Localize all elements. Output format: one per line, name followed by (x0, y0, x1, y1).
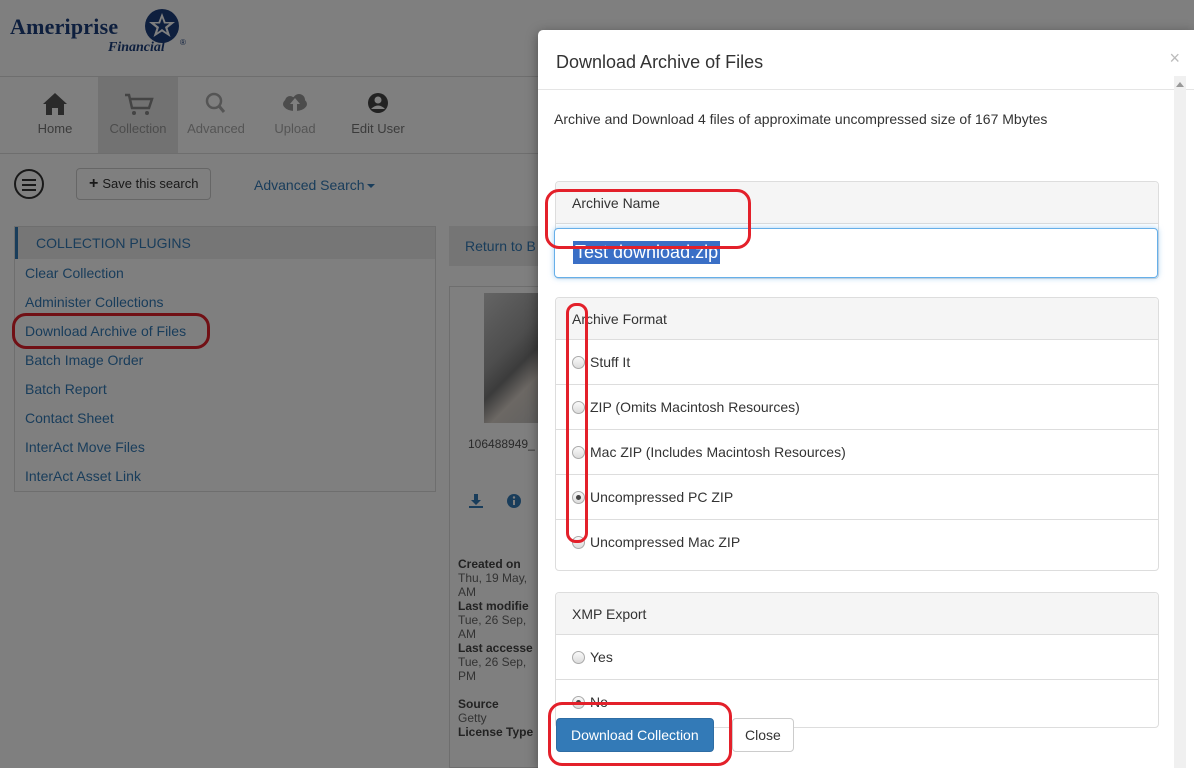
format-option-uncompressed-pc-zip[interactable]: Uncompressed PC ZIP (556, 475, 1158, 520)
archive-name-input[interactable]: Test download.zip (554, 228, 1158, 278)
download-archive-modal: Download Archive of Files × Archive and … (538, 30, 1194, 768)
format-option-stuff-it[interactable]: Stuff It (556, 340, 1158, 385)
archive-name-label: Archive Name (556, 182, 1158, 224)
modal-scrollbar[interactable] (1174, 76, 1186, 768)
radio-button[interactable] (572, 356, 585, 369)
format-option-label: Stuff It (590, 354, 631, 370)
format-option-mac-zip[interactable]: Mac ZIP (Includes Macintosh Resources) (556, 430, 1158, 475)
format-option-label: ZIP (Omits Macintosh Resources) (590, 399, 800, 415)
scroll-up-arrow-icon[interactable] (1176, 82, 1184, 87)
archive-format-label: Archive Format (556, 298, 1158, 340)
radio-button[interactable] (572, 446, 585, 459)
radio-button[interactable] (572, 401, 585, 414)
xmp-export-panel: XMP Export Yes No (555, 592, 1159, 728)
modal-title: Download Archive of Files (556, 52, 764, 72)
radio-button[interactable] (572, 651, 585, 664)
xmp-export-options: Yes No (556, 635, 1158, 725)
archive-name-value: Test download.zip (573, 241, 721, 264)
close-icon[interactable]: × (1169, 48, 1180, 69)
radio-button-selected[interactable] (572, 696, 585, 709)
archive-format-panel: Archive Format Stuff It ZIP (Omits Macin… (555, 297, 1159, 571)
archive-intro-text: Archive and Download 4 files of approxim… (554, 111, 1048, 127)
format-option-label: Uncompressed PC ZIP (590, 489, 734, 505)
xmp-option-yes[interactable]: Yes (556, 635, 1158, 680)
format-option-label: Mac ZIP (Includes Macintosh Resources) (590, 444, 846, 460)
xmp-export-label: XMP Export (556, 593, 1158, 635)
archive-format-options: Stuff It ZIP (Omits Macintosh Resources)… (556, 340, 1158, 565)
modal-body: Archive and Download 4 files of approxim… (538, 91, 1174, 768)
download-collection-button[interactable]: Download Collection (556, 718, 714, 752)
format-option-zip[interactable]: ZIP (Omits Macintosh Resources) (556, 385, 1158, 430)
xmp-option-label: No (590, 694, 608, 710)
archive-name-panel: Archive Name Test download.zip (554, 181, 1159, 279)
radio-button-selected[interactable] (572, 491, 585, 504)
format-option-label: Uncompressed Mac ZIP (590, 534, 741, 550)
xmp-option-label: Yes (590, 649, 613, 665)
modal-header: Download Archive of Files × (538, 30, 1194, 90)
format-option-uncompressed-mac-zip[interactable]: Uncompressed Mac ZIP (556, 520, 1158, 565)
radio-button[interactable] (572, 536, 585, 549)
close-button[interactable]: Close (732, 718, 794, 752)
